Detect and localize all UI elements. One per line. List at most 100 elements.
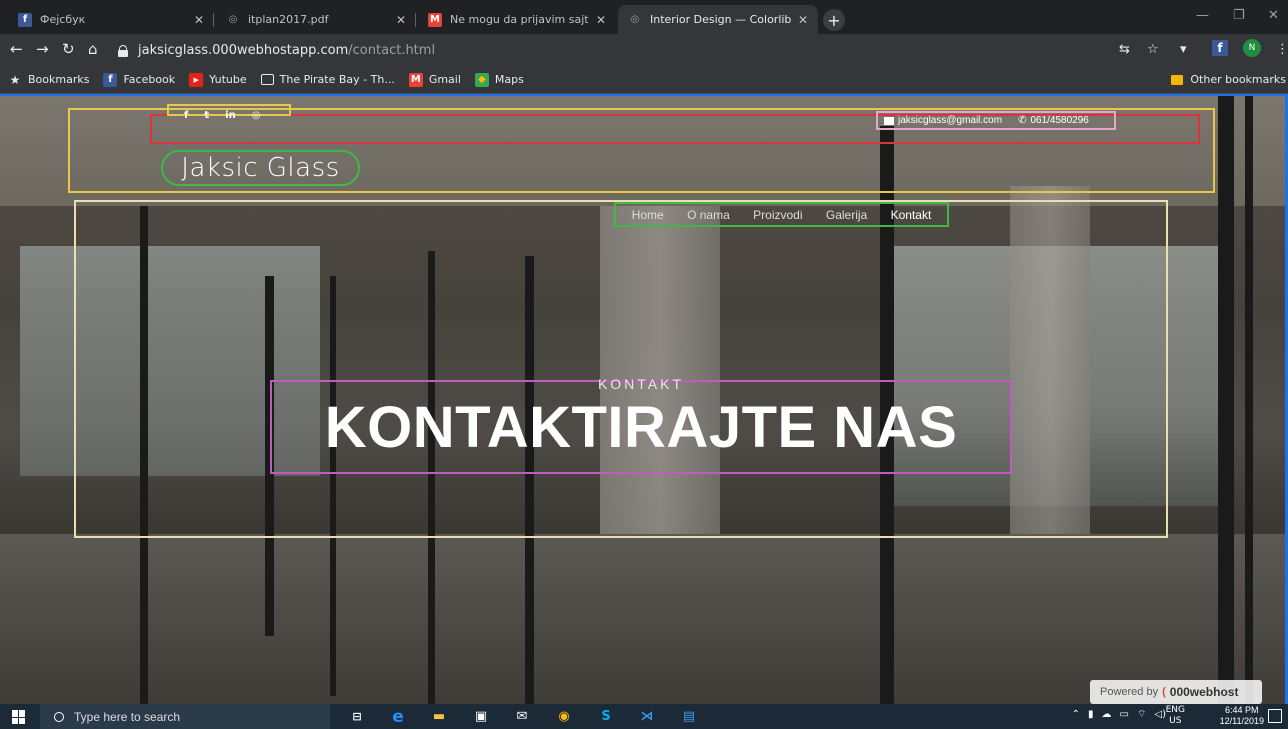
maximize-icon[interactable]: ❐	[1233, 8, 1245, 23]
battery-icon[interactable]: ▭	[1120, 709, 1129, 720]
bookmark-maps[interactable]: ◆ Maps	[474, 72, 524, 87]
globe-icon: ◎	[630, 14, 640, 25]
windows-taskbar: Type here to search ⊟ e ▬ ▣ ✉ ◉ S ⋊ ▤ ⌃ …	[0, 704, 1288, 729]
bookmarks-bar: ★ Bookmarks f Facebook ▶ Yutube The Pira…	[0, 66, 1288, 94]
bookmark-label: Maps	[494, 73, 524, 86]
tab-title: Фејсбук	[40, 13, 86, 26]
nav-kontakt[interactable]: Kontakt	[891, 208, 932, 222]
extension-icon[interactable]: ▾	[1180, 42, 1187, 57]
close-window-icon[interactable]: ✕	[1268, 8, 1279, 23]
bookmark-piratebay[interactable]: The Pirate Bay - Th...	[260, 73, 395, 86]
facebook-icon: f	[103, 72, 118, 87]
bookmark-facebook[interactable]: f Facebook	[103, 72, 175, 87]
system-tray: ⌃ ▮ ☁ ▭ ⌔ ◁)	[1072, 708, 1166, 721]
notification-center-icon[interactable]	[1268, 709, 1282, 723]
notes-app-icon[interactable]: ▤	[680, 708, 698, 725]
facebook-icon[interactable]: f	[184, 110, 188, 121]
file-explorer-icon[interactable]: ▬	[430, 708, 448, 725]
social-icons: f t in ◎	[184, 110, 260, 121]
nav-proizvodi[interactable]: Proizvodi	[753, 208, 802, 222]
hero-kicker: KONTAKT	[597, 376, 685, 392]
facebook-icon: f	[18, 12, 32, 27]
menu-kebab-icon[interactable]: ⋮	[1276, 42, 1288, 57]
forward-icon[interactable]: →	[36, 40, 49, 58]
powered-by-label: Powered by	[1100, 686, 1159, 698]
taskbar-clock[interactable]: 6:44 PM 12/11/2019	[1220, 705, 1264, 727]
webhost-logo-icon: (	[1162, 686, 1166, 698]
language-indicator[interactable]: ENG US	[1166, 705, 1185, 727]
bookmark-label: Yutube	[209, 73, 247, 86]
wifi-icon[interactable]: ⌔	[1137, 708, 1146, 721]
vscode-icon[interactable]: ⋊	[638, 708, 656, 725]
close-tab-icon[interactable]: ✕	[596, 13, 606, 27]
edge-icon[interactable]: e	[389, 707, 407, 727]
address-bar[interactable]: jaksicglass.000webhostapp.com/contact.ht…	[118, 39, 1178, 62]
bookmark-gmail[interactable]: M Gmail	[408, 72, 461, 87]
instagram-icon[interactable]: ◎	[252, 110, 261, 121]
nav-home[interactable]: Home	[632, 208, 664, 222]
minimize-icon[interactable]: —	[1196, 8, 1209, 23]
browser-tabstrip: f Фејсбук ✕ ◎ itplan2017.pdf ✕ M Ne mogu…	[0, 0, 1288, 34]
tab-pdf[interactable]: ◎ itplan2017.pdf ✕	[216, 5, 416, 34]
skype-icon[interactable]: S	[597, 708, 615, 725]
taskbar-search[interactable]: Type here to search	[40, 704, 330, 729]
chrome-icon[interactable]: ◉	[555, 708, 573, 725]
volume-icon[interactable]: ◁)	[1154, 709, 1166, 720]
page-viewport: f t in ◎ jaksicglass@gmail.com ✆ 061/458…	[0, 94, 1288, 704]
maps-icon: ◆	[474, 72, 489, 87]
facebook-extension-icon[interactable]: f	[1212, 40, 1228, 56]
windows-start-icon[interactable]	[12, 710, 26, 724]
twitter-icon[interactable]: t	[204, 110, 209, 121]
search-icon	[54, 711, 64, 722]
mail-icon	[884, 116, 894, 125]
lang-region: US	[1169, 716, 1182, 726]
other-bookmarks-label: Other bookmarks	[1190, 73, 1286, 86]
microphone-icon[interactable]: ▮	[1088, 709, 1094, 720]
bookmark-yutube[interactable]: ▶ Yutube	[189, 72, 247, 87]
url-host: jaksicglass.000webhostapp.com	[138, 43, 349, 58]
bookmark-bookmarks[interactable]: ★ Bookmarks	[8, 73, 90, 87]
clock-time: 6:44 PM	[1225, 705, 1259, 715]
tab-interior-design[interactable]: ◎ Interior Design — Colorlib Websi ✕	[618, 5, 818, 34]
tab-title: Interior Design — Colorlib Websi	[650, 13, 792, 26]
chevron-up-icon[interactable]: ⌃	[1072, 709, 1080, 720]
tab-facebook[interactable]: f Фејсбук ✕	[8, 5, 214, 34]
close-tab-icon[interactable]: ✕	[396, 13, 406, 27]
host-brand: 000webhost	[1169, 685, 1239, 699]
search-placeholder: Type here to search	[74, 709, 181, 724]
bookmark-star-icon[interactable]: ☆	[1147, 42, 1159, 57]
phone-icon: ✆	[1018, 115, 1027, 126]
phone-link[interactable]: 061/4580296	[1030, 115, 1088, 126]
nav-o-nama[interactable]: O nama	[687, 208, 730, 222]
contact-info: jaksicglass@gmail.com ✆ 061/4580296	[876, 111, 1116, 130]
back-icon[interactable]: ←	[10, 40, 23, 58]
linkedin-icon[interactable]: in	[225, 110, 236, 121]
home-icon[interactable]: ⌂	[88, 40, 98, 58]
store-icon[interactable]: ▣	[472, 708, 490, 725]
youtube-icon: ▶	[189, 72, 204, 87]
lang-code: ENG	[1165, 705, 1185, 715]
reload-icon[interactable]: ↻	[62, 40, 75, 58]
lock-icon[interactable]	[118, 44, 128, 57]
translate-icon[interactable]: ⇆	[1119, 42, 1130, 57]
powered-by-badge[interactable]: Powered by ( 000webhost	[1090, 680, 1262, 704]
tab-gmail[interactable]: M Ne mogu da prijavim sajt - nema ✕	[418, 5, 616, 34]
other-bookmarks[interactable]: Other bookmarks	[1171, 73, 1286, 86]
profile-avatar[interactable]: N	[1243, 39, 1261, 57]
folder-icon	[1171, 74, 1184, 85]
main-nav: Home O nama Proizvodi Galerija Kontakt	[614, 202, 949, 227]
cloud-icon[interactable]: ☁	[1102, 709, 1112, 720]
bookmark-label: Bookmarks	[28, 73, 90, 86]
nav-galerija[interactable]: Galerija	[826, 208, 867, 222]
url-path: /contact.html	[348, 43, 436, 58]
door-frame	[1218, 96, 1234, 704]
close-tab-icon[interactable]: ✕	[798, 13, 808, 27]
floor	[0, 534, 1288, 704]
email-link[interactable]: jaksicglass@gmail.com	[898, 115, 1002, 126]
close-tab-icon[interactable]: ✕	[194, 13, 204, 27]
browser-toolbar: ← → ↻ ⌂ jaksicglass.000webhostapp.com/co…	[0, 34, 1288, 66]
site-logo[interactable]: Jaksic Glass	[161, 150, 360, 186]
mail-app-icon[interactable]: ✉	[513, 708, 531, 725]
task-view-icon[interactable]: ⊟	[348, 708, 366, 725]
new-tab-button[interactable]: +	[823, 9, 845, 31]
